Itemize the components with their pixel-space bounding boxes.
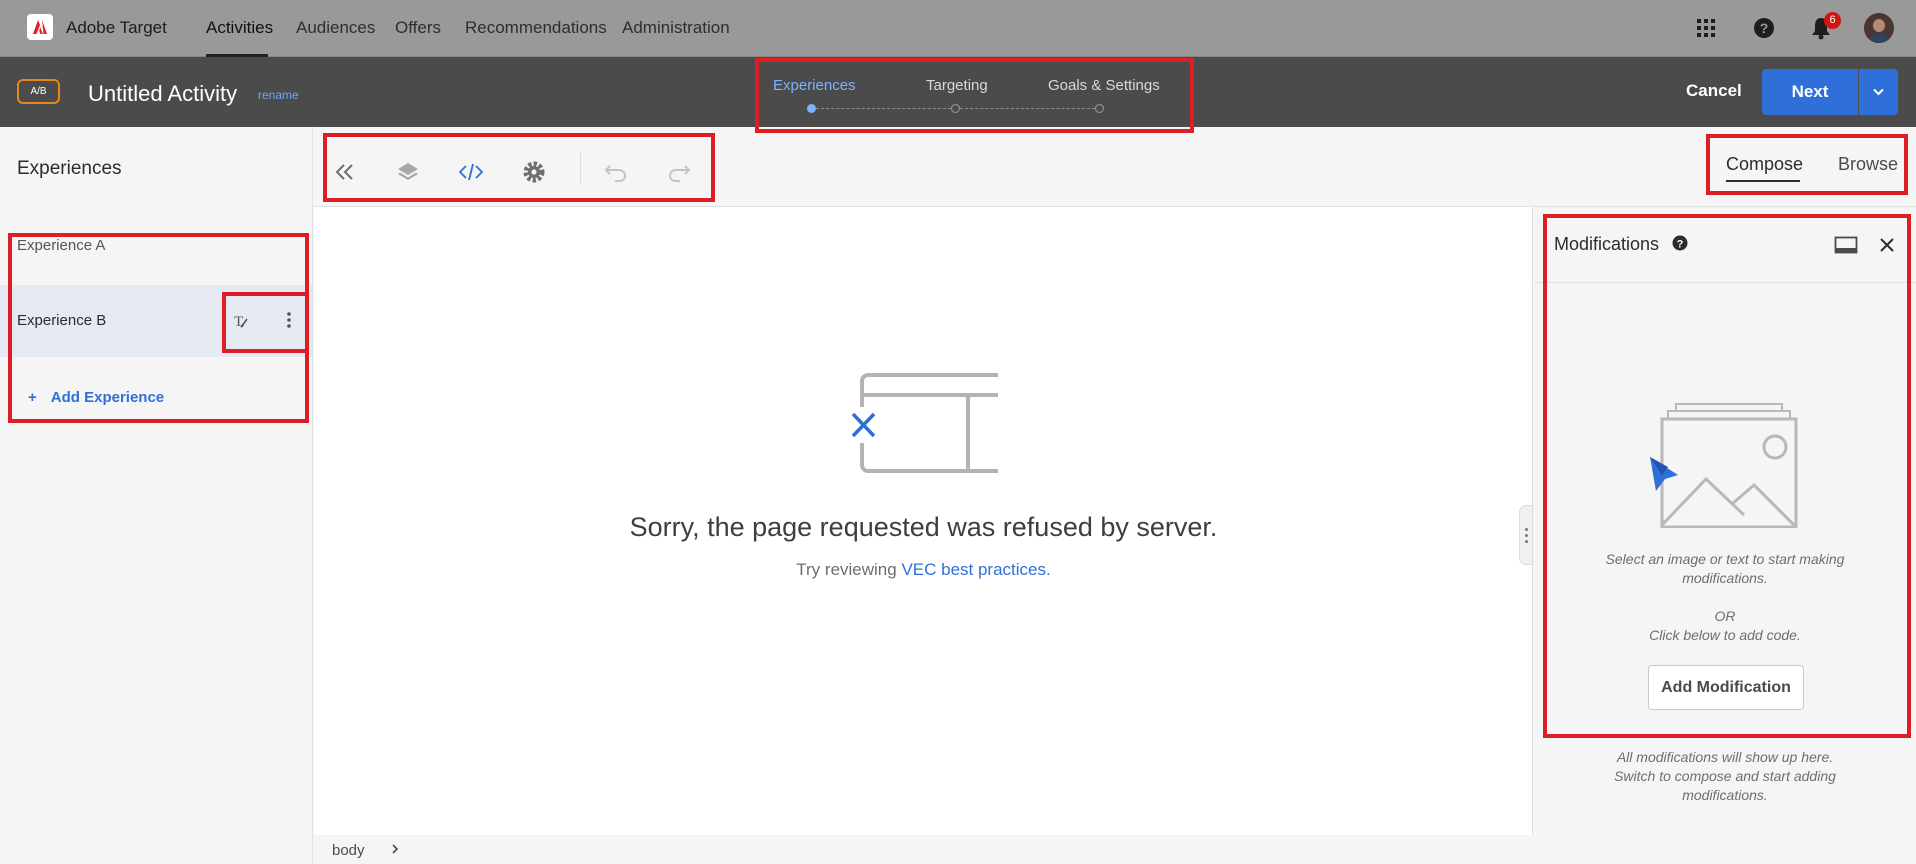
next-button[interactable]: Next — [1762, 69, 1858, 115]
nav-activities[interactable]: Activities — [206, 18, 273, 38]
step-experiences[interactable]: Experiences — [773, 77, 856, 94]
svg-text:?: ? — [1677, 239, 1684, 251]
svg-text:?: ? — [1760, 20, 1769, 36]
editor-toolbar — [314, 127, 1916, 207]
code-icon[interactable] — [456, 157, 486, 187]
hint-suffix: . — [1046, 560, 1051, 579]
compose-active-indicator — [1726, 180, 1800, 182]
adobe-logo-icon[interactable] — [27, 14, 53, 40]
plus-icon: + — [28, 389, 37, 406]
add-experience-label: Add Experience — [50, 389, 165, 406]
modifications-header: Modifications ? — [1534, 207, 1916, 283]
redo-icon[interactable] — [664, 157, 694, 187]
text-edit-icon[interactable]: T — [230, 307, 256, 333]
modifications-instruction: Select an image or text to start making … — [1605, 551, 1845, 586]
experience-item-b[interactable]: Experience B T — [0, 285, 312, 357]
step-connector — [960, 108, 1095, 109]
layers-icon[interactable] — [393, 157, 423, 187]
tab-browse[interactable]: Browse — [1838, 154, 1898, 175]
hint-prefix: Try reviewing — [796, 560, 902, 579]
settings-icon[interactable] — [519, 157, 549, 187]
or-label: OR — [1714, 608, 1736, 624]
help-icon[interactable]: ? — [1750, 14, 1778, 42]
breadcrumb: body — [314, 835, 1533, 864]
nav-recommendations[interactable]: Recommendations — [465, 18, 607, 38]
panel-resize-handle[interactable] — [1519, 505, 1533, 565]
error-message: Sorry, the page requested was refused by… — [629, 512, 1218, 542]
chevron-right-icon — [392, 844, 399, 854]
chevron-down-icon — [1873, 88, 1884, 96]
nav-administration[interactable]: Administration — [622, 18, 730, 38]
activity-header: A/B Untitled Activity rename Experiences… — [0, 57, 1916, 127]
step-dot-experiences — [807, 104, 816, 113]
help-icon[interactable]: ? — [1672, 235, 1688, 251]
page-canvas[interactable]: Sorry, the page requested was refused by… — [314, 207, 1533, 835]
image-placeholder-illustration — [1648, 403, 1808, 533]
step-connector — [816, 108, 951, 109]
preview-layout-icon[interactable] — [1834, 236, 1858, 254]
breadcrumb-item-body[interactable]: body — [332, 842, 365, 859]
activity-type-badge: A/B — [17, 79, 60, 104]
add-modification-button[interactable]: Add Modification — [1648, 665, 1804, 710]
step-dot-targeting — [951, 104, 960, 113]
experiences-title: Experiences — [17, 158, 122, 179]
toolbar-divider — [580, 153, 581, 185]
experience-label: Experience A — [17, 237, 106, 254]
step-goals-settings[interactable]: Goals & Settings — [1048, 77, 1160, 94]
tab-compose[interactable]: Compose — [1726, 154, 1803, 175]
modifications-panel: Modifications ? Select an image or text … — [1534, 207, 1916, 864]
add-code-instruction: Click below to add code. — [1649, 627, 1801, 643]
apps-grid-icon[interactable] — [1692, 14, 1720, 42]
nav-audiences[interactable]: Audiences — [296, 18, 375, 38]
more-options-icon[interactable] — [276, 307, 302, 333]
refused-page-illustration — [838, 367, 1010, 482]
cancel-button[interactable]: Cancel — [1686, 81, 1742, 101]
add-experience-button[interactable]: + Add Experience — [28, 389, 164, 406]
experience-label: Experience B — [17, 312, 107, 329]
avatar[interactable] — [1864, 13, 1894, 43]
top-navigation: Adobe Target Activities Audiences Offers… — [0, 0, 1916, 57]
collapse-left-icon[interactable] — [330, 157, 360, 187]
app-title[interactable]: Adobe Target — [66, 18, 167, 38]
modifications-title: Modifications — [1554, 234, 1660, 254]
notification-badge: 6 — [1824, 12, 1841, 29]
undo-icon[interactable] — [601, 157, 631, 187]
nav-offers[interactable]: Offers — [395, 18, 441, 38]
close-icon[interactable] — [1878, 236, 1896, 254]
vec-best-practices-link[interactable]: VEC best practices — [901, 560, 1046, 579]
experiences-panel: Experiences Experience A Experience B T … — [0, 127, 313, 864]
next-dropdown-button[interactable] — [1859, 69, 1898, 115]
activity-title: Untitled Activity — [88, 81, 238, 106]
modifications-footer-note: All modifications will show up here. Swi… — [1614, 749, 1836, 803]
error-hint: Try reviewing VEC best practices. — [314, 560, 1533, 580]
step-targeting[interactable]: Targeting — [926, 77, 988, 94]
rename-link[interactable]: rename — [258, 88, 299, 102]
step-dot-goals — [1095, 104, 1104, 113]
